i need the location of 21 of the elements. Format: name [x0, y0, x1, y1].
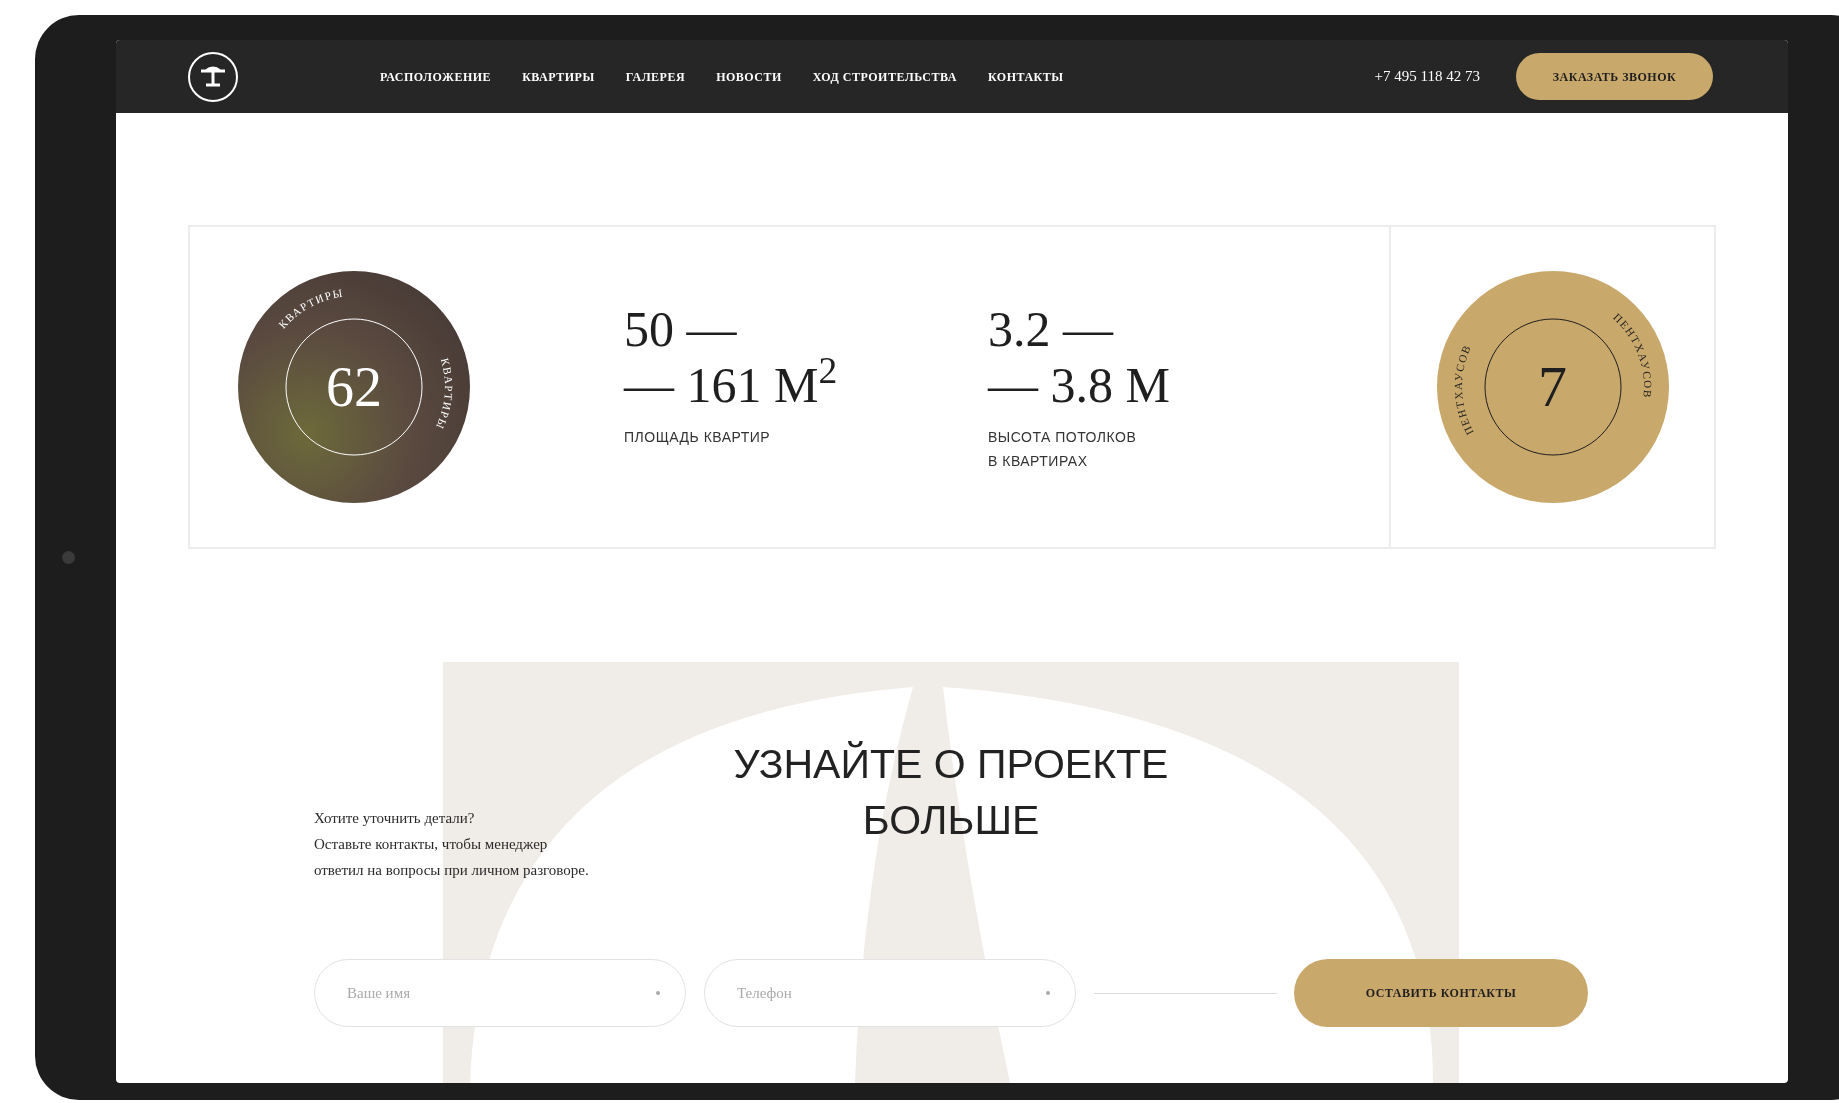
nav-link[interactable]: ГАЛЕРЕЯ	[625, 67, 686, 86]
penthouse-count: 7	[1538, 358, 1567, 416]
camera-icon	[62, 551, 75, 564]
submit-button[interactable]: ОСТАВИТЬ КОНТАКТЫ	[1294, 959, 1588, 1027]
section-heading: УЗНАЙТЕ О ПРОЕКТЕ БОЛЬШЕ	[732, 740, 1170, 845]
stat-caption: ВЫСОТА ПОТОЛКОВ В КВАРТИРАХ	[988, 428, 1138, 471]
intro-text: Хотите уточнить детали? Оставьте контакты, чтобы менеджер ответил на вопросы при личном разговоре.	[314, 809, 590, 880]
nav-link[interactable]: КВАРТИРЫ	[522, 67, 595, 86]
stat-value: 3.2 — — 3.8 М	[988, 301, 1171, 413]
apartments-count: 62	[326, 359, 382, 415]
nav-link[interactable]: НОВОСТИ	[716, 67, 782, 86]
input-field[interactable]: Ваше имя	[314, 959, 686, 1027]
nav-link[interactable]: РАСПОЛОЖЕНИЕ	[380, 67, 492, 86]
stat-value: 50 — — 161 М$^{2}$	[624, 301, 839, 413]
stat-caption: ПЛОЩАДЬ КВАРТИР	[624, 428, 772, 447]
phone-number: +7 495 118 42 73	[1374, 67, 1480, 87]
input-field[interactable]: Телефон	[704, 959, 1076, 1027]
callback-button[interactable]: ЗАКАЗАТЬ ЗВОНОК	[1516, 53, 1713, 100]
nav-link[interactable]: КОНТАКТЫ	[987, 67, 1064, 86]
logo-icon[interactable]	[188, 51, 238, 102]
nav-link[interactable]: ХОД СТРОИТЕЛЬСТВА	[812, 67, 957, 86]
